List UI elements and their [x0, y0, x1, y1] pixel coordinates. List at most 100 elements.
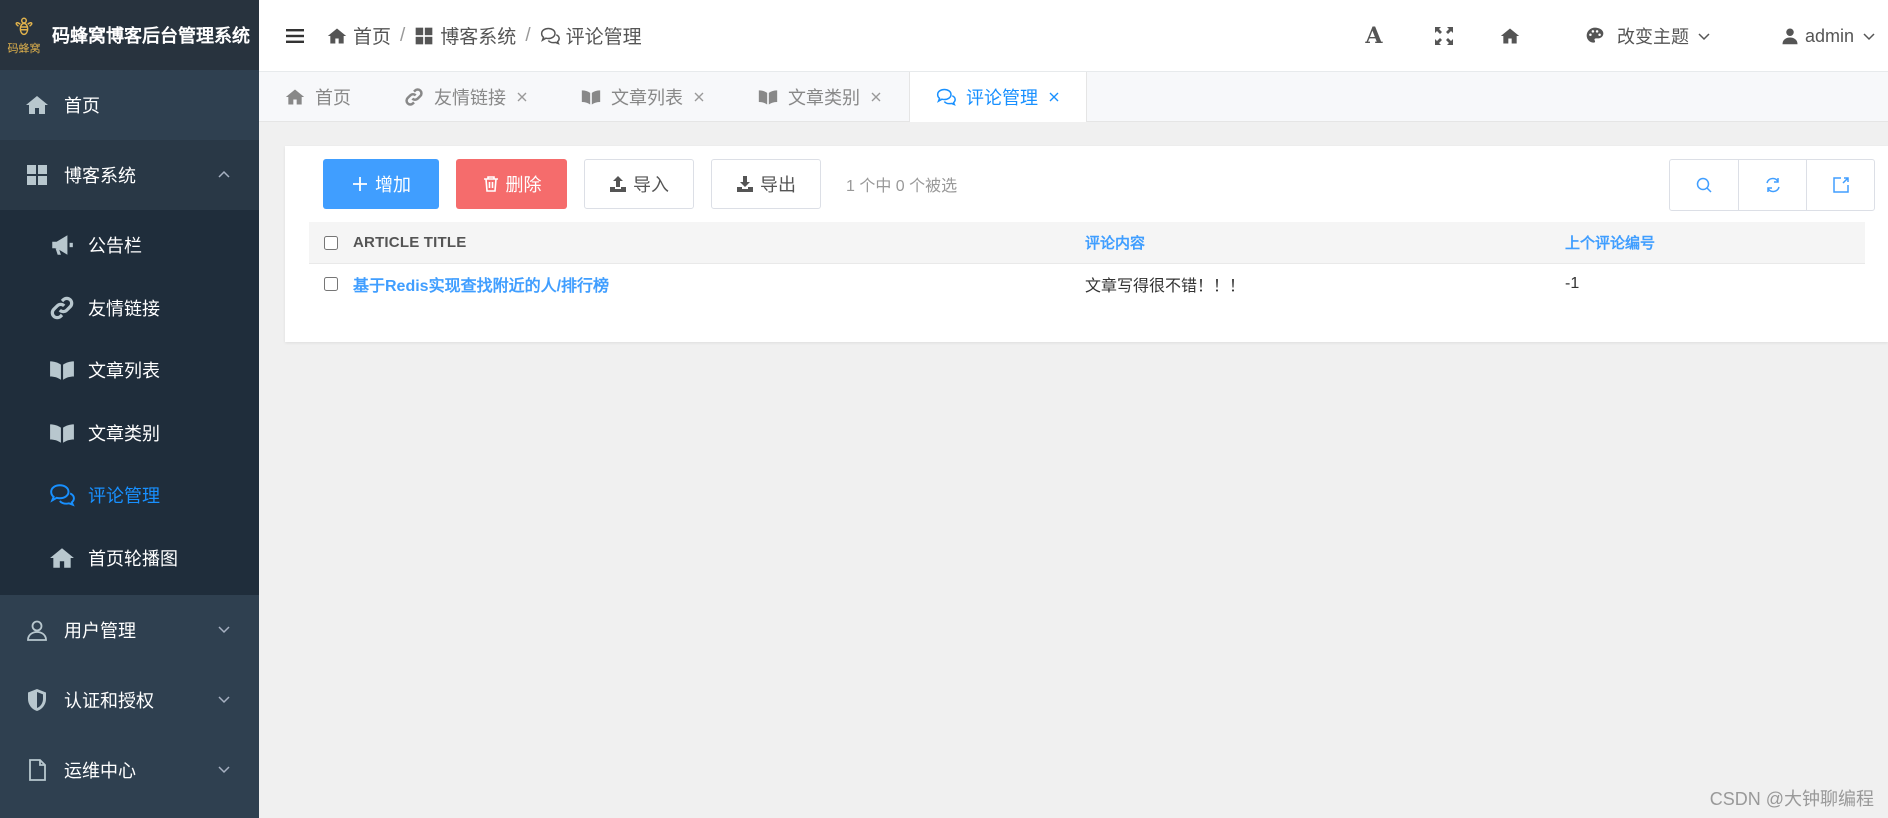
bee-logo-icon: 码蜂窝 [6, 10, 42, 60]
book-icon [758, 86, 780, 108]
user-menu[interactable]: admin [1781, 26, 1876, 47]
grid-icon [415, 27, 433, 44]
sidebar-item-categories[interactable]: 文章类别 [0, 402, 259, 465]
import-button[interactable]: 导入 [584, 159, 694, 209]
sidebar-item-links[interactable]: 友情链接 [0, 277, 259, 340]
refresh-button[interactable] [1738, 160, 1806, 210]
shield-icon [24, 687, 50, 713]
tab-home[interactable]: 首页 [259, 72, 378, 122]
select-all-checkbox[interactable] [324, 235, 338, 250]
sidebar-item-carousel[interactable]: 首页轮播图 [0, 527, 259, 590]
home-icon[interactable] [1499, 25, 1521, 47]
sidebar-item-blog[interactable]: 博客系统 [0, 140, 259, 210]
breadcrumb: 首页 / 博客系统 / 评论管理 [327, 22, 642, 49]
fullscreen-icon[interactable] [1433, 25, 1455, 47]
sidebar-item-notice[interactable]: 公告栏 [0, 214, 259, 277]
search-icon [1696, 177, 1712, 193]
table-tools [1669, 159, 1875, 211]
home-icon [285, 86, 307, 108]
sidebar-item-label: 评论管理 [88, 486, 160, 507]
import-label: 导入 [633, 175, 669, 195]
row-checkbox[interactable] [324, 277, 338, 291]
article-title-link[interactable]: 基于Redis实现查找附近的人/排行榜 [353, 272, 1085, 296]
tab-label: 文章类别 [788, 88, 860, 108]
breadcrumb-separator: / [400, 24, 406, 46]
close-icon[interactable] [1048, 91, 1060, 103]
comments-icon [48, 481, 76, 509]
home-icon [48, 544, 76, 572]
link-icon [48, 294, 76, 322]
chevron-down-icon [1698, 33, 1710, 41]
logo-bar[interactable]: 码蜂窝 码蜂窝博客后台管理系统 [0, 0, 259, 70]
book-icon [48, 419, 76, 447]
username: admin [1804, 25, 1854, 46]
upload-icon [610, 176, 626, 192]
sidebar-item-auth[interactable]: 认证和授权 [0, 665, 259, 735]
columns-button[interactable] [1806, 160, 1874, 210]
export-button[interactable]: 导出 [711, 159, 821, 209]
column-header-prev-id[interactable]: 上个评论编号 [1565, 232, 1865, 253]
book-icon [48, 356, 76, 384]
breadcrumb-blog-label: 博客系统 [440, 27, 517, 48]
top-navbar: 首页 / 博客系统 / 评论管理 A 改变主题 admin [259, 0, 1888, 72]
add-button[interactable]: 增加 [323, 159, 439, 209]
comments-icon [936, 86, 958, 108]
sidebar-item-label: 博客系统 [64, 166, 136, 186]
comment-content: 文章写得很不错！！！ [1085, 278, 1246, 295]
tab-comments[interactable]: 评论管理 [909, 72, 1087, 122]
chevron-down-icon [218, 626, 230, 634]
table-toolbar: 增加 删除 导入 导出 1 个中 0 个被选 [323, 159, 957, 209]
column-header-title[interactable]: ARTICLE TITLE [353, 234, 1085, 251]
tab-label: 文章列表 [611, 88, 683, 108]
comments-panel: 增加 删除 导入 导出 1 个中 0 个被选 ARTICLE TITLE 评论内… [285, 146, 1888, 342]
page-tabs: 首页 友情链接 文章列表 文章类别 评论管理 [259, 72, 1888, 122]
palette-icon [1586, 27, 1604, 43]
close-icon[interactable] [693, 91, 705, 103]
theme-switcher[interactable]: 改变主题 [1585, 23, 1711, 49]
hamburger-menu-icon[interactable] [285, 26, 305, 46]
download-icon [737, 176, 753, 192]
column-header-content[interactable]: 评论内容 [1085, 232, 1565, 253]
breadcrumb-home[interactable]: 首页 [327, 22, 391, 49]
sidebar-item-articles[interactable]: 文章列表 [0, 339, 259, 402]
breadcrumb-current: 评论管理 [540, 22, 642, 49]
close-icon[interactable] [516, 91, 528, 103]
book-icon [581, 86, 603, 108]
user-icon [24, 617, 50, 643]
breadcrumb-current-label: 评论管理 [565, 27, 642, 48]
watermark: CSDN @大钟聊编程 [1709, 789, 1874, 809]
sidebar-item-comments[interactable]: 评论管理 [0, 464, 259, 527]
prev-comment-id: -1 [1565, 275, 1580, 292]
sidebar-item-label: 运维中心 [64, 761, 136, 781]
comments-table: ARTICLE TITLE 评论内容 上个评论编号 基于Redis实现查找附近的… [309, 222, 1865, 304]
tab-categories[interactable]: 文章类别 [732, 72, 909, 122]
export-label: 导出 [760, 175, 796, 195]
tab-articles[interactable]: 文章列表 [555, 72, 732, 122]
sidebar-item-label: 认证和授权 [64, 691, 154, 711]
user-icon [1782, 28, 1798, 45]
grid-icon [24, 162, 50, 188]
sidebar-item-home[interactable]: 首页 [0, 70, 259, 140]
chevron-down-icon [218, 696, 230, 704]
tab-label: 首页 [315, 88, 351, 108]
tab-label: 友情链接 [434, 88, 506, 108]
plus-icon [353, 177, 367, 191]
logo-small-text: 码蜂窝 [7, 42, 41, 55]
close-icon[interactable] [870, 91, 882, 103]
breadcrumb-separator: / [525, 24, 531, 46]
home-icon [327, 28, 347, 43]
home-icon [24, 92, 50, 118]
sidebar-item-label: 用户管理 [64, 621, 136, 641]
tab-links[interactable]: 友情链接 [378, 72, 555, 122]
sidebar-item-ops[interactable]: 运维中心 [0, 735, 259, 805]
bullhorn-icon [48, 231, 76, 259]
search-button[interactable] [1670, 160, 1738, 210]
link-icon [404, 86, 426, 108]
comments-icon [540, 27, 560, 45]
sidebar-item-label: 文章列表 [88, 361, 160, 382]
delete-button[interactable]: 删除 [456, 159, 567, 209]
sidebar-item-users[interactable]: 用户管理 [0, 595, 259, 665]
breadcrumb-blog[interactable]: 博客系统 [414, 22, 516, 49]
file-icon [24, 757, 50, 783]
font-size-icon[interactable]: A [1363, 23, 1385, 49]
